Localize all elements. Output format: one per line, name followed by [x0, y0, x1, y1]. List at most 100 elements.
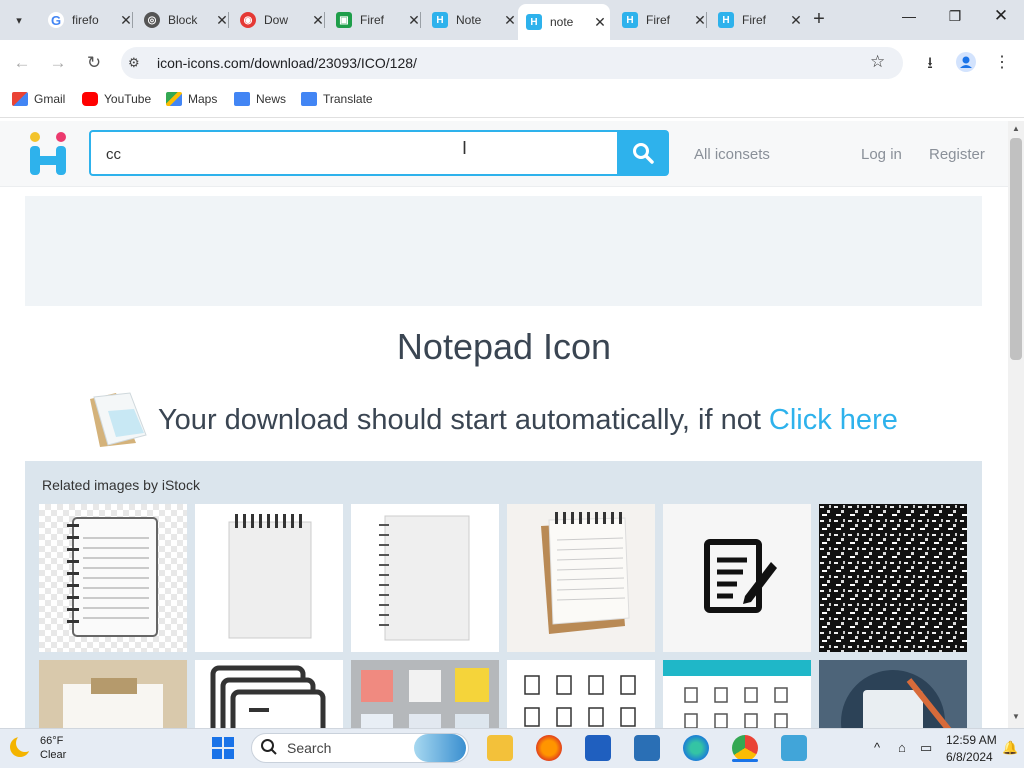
green-sheet-icon: ▣	[336, 12, 352, 28]
bookmark-youtube[interactable]: YouTube	[82, 92, 151, 106]
bookmarks-bar	[0, 86, 1024, 118]
clock-date[interactable]: 6/8/2024	[946, 750, 993, 764]
login-link[interactable]: Log in	[861, 146, 902, 163]
click-here-link[interactable]: Click here	[769, 404, 898, 437]
related-image-side-spiral-notepad[interactable]	[351, 504, 499, 652]
related-image-spiral-notebook[interactable]	[39, 504, 187, 652]
related-image-composition-pattern[interactable]	[819, 504, 967, 652]
translate-icon	[301, 92, 317, 106]
related-image-document-edit-icon[interactable]	[663, 504, 811, 652]
download-icon[interactable]: ⭳	[918, 52, 942, 79]
restore-icon: ❐	[948, 8, 962, 24]
arrow-right-icon: →	[49, 53, 67, 72]
forward-button[interactable]: →	[45, 50, 71, 76]
related-image-paper-clip[interactable]	[39, 660, 187, 728]
scroll-up-arrow-icon[interactable]: ▲	[1008, 124, 1024, 138]
related-image-document-stack-icon[interactable]	[195, 660, 343, 728]
bookmark-maps[interactable]: Maps	[166, 92, 217, 106]
icon-icons-logo-icon	[30, 132, 66, 175]
related-image-top-spiral-notepad[interactable]	[195, 504, 343, 652]
kebab-menu-icon[interactable]: ⋮	[990, 52, 1014, 72]
related-image-file-icons-set[interactable]	[507, 660, 655, 728]
tab-firefox-2[interactable]: H Firef ✕	[614, 6, 708, 34]
page-title: Notepad Icon	[396, 326, 612, 367]
download-text: Your download should start automatically…	[158, 403, 761, 436]
register-link[interactable]: Register	[929, 146, 985, 163]
bookmark-gmail[interactable]: Gmail	[12, 92, 65, 106]
icon-icons-logo-icon: H	[622, 12, 638, 28]
all-iconsets-link[interactable]: All iconsets	[694, 146, 770, 163]
file-explorer-icon[interactable]	[487, 735, 513, 761]
close-icon[interactable]: ✕	[788, 12, 804, 29]
minimize-icon: —	[902, 8, 916, 24]
minimize-button[interactable]: —	[894, 8, 924, 24]
bookmark-news[interactable]: News	[234, 92, 286, 106]
ad-placeholder	[25, 196, 982, 306]
network-icon[interactable]: ⌂	[898, 740, 906, 755]
related-image-clipboard-pencil[interactable]	[819, 660, 967, 728]
plus-icon: +	[813, 8, 825, 30]
tab-separator	[228, 12, 229, 28]
site-logo[interactable]	[28, 131, 68, 175]
volume-icon[interactable]: ▭	[920, 740, 932, 756]
maps-icon	[166, 92, 182, 106]
tab-notepad-active[interactable]: H note ✕	[518, 4, 610, 40]
clock-time[interactable]: 12:59 AM	[946, 733, 997, 747]
notification-bell-icon[interactable]: 🔔	[1002, 740, 1018, 756]
tab-firefox-search[interactable]: G firefo ✕	[40, 6, 134, 34]
profile-avatar-icon[interactable]	[954, 52, 978, 77]
arrow-left-icon: ←	[13, 53, 31, 72]
chrome-icon[interactable]	[732, 735, 758, 761]
active-app-indicator	[732, 759, 758, 762]
related-image-document-infographic[interactable]	[663, 660, 811, 728]
icon-icons-logo-icon: H	[526, 14, 542, 30]
weather-condition[interactable]: Clear	[40, 749, 66, 761]
scroll-down-arrow-icon[interactable]: ▼	[1008, 712, 1024, 726]
windows-start-icon[interactable]	[212, 737, 234, 759]
download-message: Your download should start automatically…	[86, 392, 898, 448]
bookmark-translate[interactable]: Translate	[301, 92, 373, 106]
tab-separator	[706, 12, 707, 28]
tab-search-button[interactable]: ▾	[6, 7, 32, 33]
search-icon	[260, 738, 278, 756]
new-tab-button[interactable]: +	[808, 8, 830, 32]
close-icon[interactable]: ✕	[592, 14, 608, 31]
tab-firefox-sheet[interactable]: ▣ Firef ✕	[328, 6, 422, 34]
firefox-icon[interactable]	[536, 735, 562, 761]
weather-temperature[interactable]: 66°F	[40, 735, 63, 747]
restore-button[interactable]: ❐	[940, 8, 970, 25]
related-image-sticky-notes[interactable]	[351, 660, 499, 728]
chevron-down-icon: ▾	[16, 14, 22, 27]
reload-button[interactable]: ↻	[81, 50, 107, 76]
globe-icon: ◎	[144, 12, 160, 28]
notepad-icon	[86, 391, 150, 449]
notepad-icon[interactable]	[781, 735, 807, 761]
close-window-button[interactable]: ✕	[986, 6, 1016, 26]
google-icon: G	[48, 12, 64, 28]
back-button[interactable]: ←	[9, 50, 35, 76]
edge-icon[interactable]	[683, 735, 709, 761]
tab-firefox-3[interactable]: H Firef ✕	[710, 6, 804, 34]
photos-icon[interactable]	[634, 735, 660, 761]
taskbar-search-label: Search	[287, 740, 332, 756]
icon-icons-logo-icon: H	[432, 12, 448, 28]
reload-icon: ↻	[86, 53, 102, 72]
weather-moon-icon[interactable]	[8, 734, 34, 759]
youtube-icon	[82, 92, 98, 106]
icon-icons-logo-icon: H	[718, 12, 734, 28]
search-highlight-image[interactable]	[414, 734, 466, 762]
tray-chevron-up-icon[interactable]: ^	[874, 740, 880, 755]
site-info-icon[interactable]: ⚙	[128, 55, 146, 71]
tab-notepad[interactable]: H Note ✕	[424, 6, 518, 34]
tab-block[interactable]: ◎ Block ✕	[136, 6, 230, 34]
microsoft-store-icon[interactable]	[585, 735, 611, 761]
search-input-value[interactable]: cc	[106, 146, 121, 163]
close-icon[interactable]: ✕	[502, 12, 518, 29]
bookmark-star-icon[interactable]: ☆	[870, 52, 885, 72]
search-button[interactable]	[617, 130, 669, 176]
related-image-kraft-notebook[interactable]	[507, 504, 655, 652]
url-text[interactable]: icon-icons.com/download/23093/ICO/128/	[157, 55, 417, 71]
search-input[interactable]	[89, 130, 619, 176]
scrollbar-thumb[interactable]	[1010, 138, 1022, 360]
tab-download[interactable]: ◉ Dow ✕	[232, 6, 326, 34]
